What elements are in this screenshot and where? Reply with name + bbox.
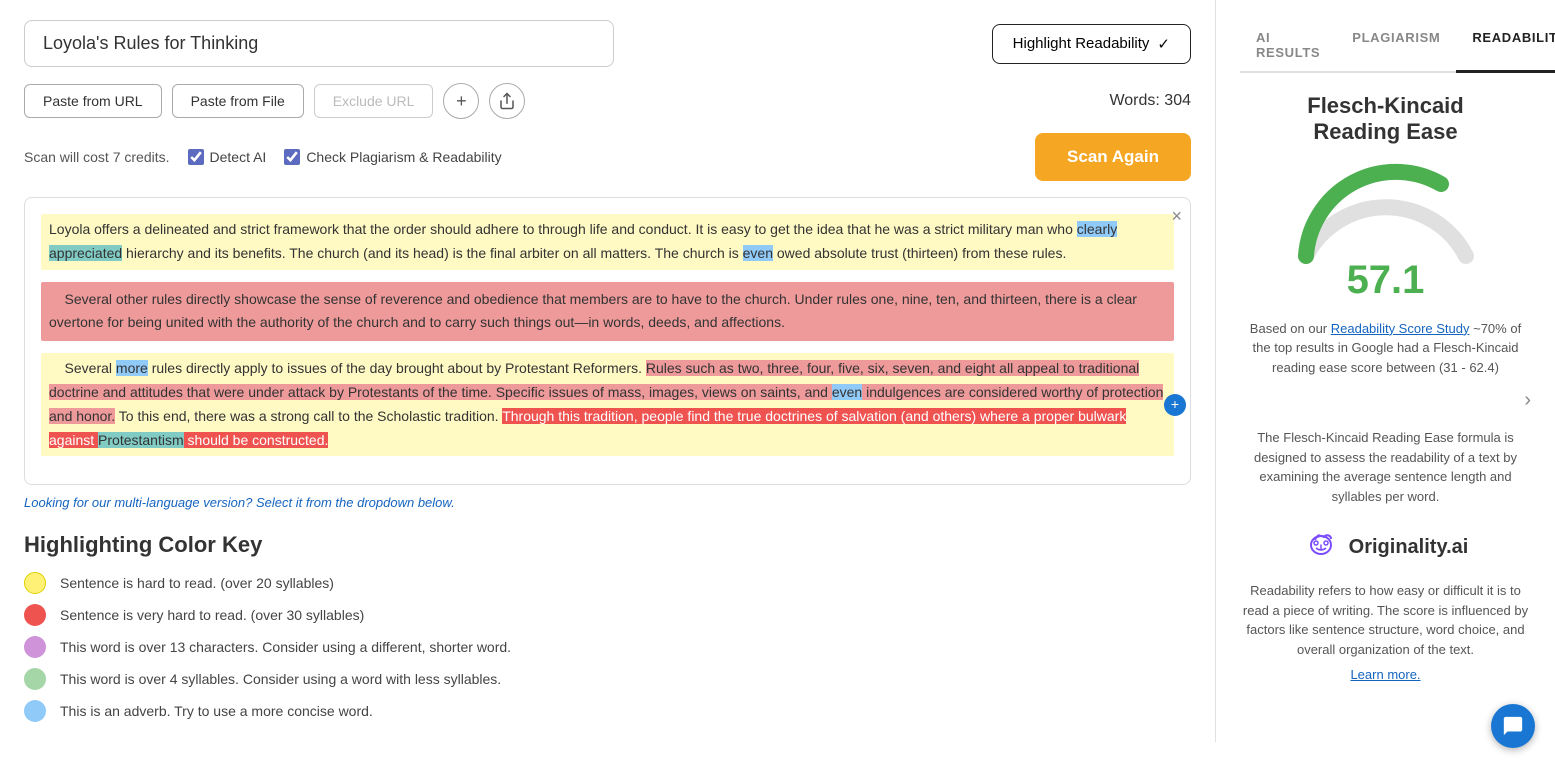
exclude-url-button[interactable]: Exclude URL — [314, 84, 434, 118]
document-title-input[interactable] — [24, 20, 614, 67]
brain-icon — [1303, 526, 1339, 569]
blue-dot-label: This is an adverb. Try to use a more con… — [60, 703, 373, 719]
p1-appreciated: appreciated — [49, 245, 122, 261]
p3-text-1: Several — [49, 360, 116, 376]
chat-bubble-button[interactable] — [1491, 704, 1535, 748]
detect-ai-checkbox-label[interactable]: Detect AI — [188, 149, 267, 165]
tab-readability[interactable]: READABILITY — [1456, 20, 1555, 73]
p3-more: more — [116, 360, 148, 376]
gauge-container: Flesch-KincaidReading Ease 57.1 — [1240, 93, 1531, 303]
score-description: Based on our Readability Score Study ~70… — [1240, 319, 1531, 378]
pink-dot — [24, 636, 46, 658]
plagiarism-checkbox-label[interactable]: Check Plagiarism & Readability — [284, 149, 501, 165]
color-key-item-green: This word is over 4 syllables. Consider … — [24, 668, 1191, 690]
plagiarism-label: Check Plagiarism & Readability — [306, 149, 501, 165]
detect-ai-checkbox[interactable] — [188, 149, 204, 165]
color-key-list: Sentence is hard to read. (over 20 sylla… — [24, 572, 1191, 722]
yellow-dot — [24, 572, 46, 594]
paragraph-3: Several more rules directly apply to iss… — [41, 353, 1174, 456]
red-dot — [24, 604, 46, 626]
p1-text-3: owed absolute trust (thirteen) from thes… — [773, 245, 1066, 261]
check-icon: ✓ — [1157, 35, 1170, 53]
tab-plagiarism[interactable]: PLAGIARISM — [1336, 20, 1456, 73]
originality-name: Originality.ai — [1349, 536, 1469, 559]
next-arrow[interactable]: › — [1240, 389, 1531, 412]
multilang-note[interactable]: Looking for our multi-language version? … — [24, 495, 1191, 510]
p1-even: even — [743, 245, 773, 261]
blue-dot — [24, 700, 46, 722]
share-button[interactable] — [489, 83, 525, 119]
yellow-dot-label: Sentence is hard to read. (over 20 sylla… — [60, 575, 334, 591]
readability-description: Readability refers to how easy or diffic… — [1240, 581, 1531, 659]
p3-end: should be constructed. — [184, 432, 329, 448]
p1-text-1: Loyola offers a delineated and strict fr… — [49, 221, 1077, 237]
paragraph-1: Loyola offers a delineated and strict fr… — [41, 214, 1174, 270]
green-dot — [24, 668, 46, 690]
color-key-title: Highlighting Color Key — [24, 532, 1191, 558]
learn-more-link[interactable]: Learn more. — [1240, 667, 1531, 682]
formula-text: The Flesch-Kincaid Reading Ease formula … — [1240, 428, 1531, 506]
p1-text-2: hierarchy and its benefits. The church (… — [122, 245, 742, 261]
scan-again-button[interactable]: Scan Again — [1035, 133, 1191, 181]
color-key-item-yellow: Sentence is hard to read. (over 20 sylla… — [24, 572, 1191, 594]
p3-protestantism: Protestantism — [98, 432, 184, 448]
gauge-svg — [1286, 146, 1486, 266]
paste-from-file-button[interactable]: Paste from File — [172, 84, 304, 118]
originality-logo: Originality.ai — [1240, 526, 1531, 569]
color-key-item-blue: This is an adverb. Try to use a more con… — [24, 700, 1191, 722]
text-display: × Loyola offers a delineated and strict … — [24, 197, 1191, 485]
plus-floating-button[interactable]: + — [1164, 394, 1186, 416]
p2-text: Several other rules directly showcase th… — [49, 291, 1137, 331]
highlight-readability-button[interactable]: Highlight Readability ✓ — [992, 24, 1191, 64]
close-button[interactable]: × — [1171, 206, 1182, 227]
p3-even: even — [832, 384, 862, 400]
right-panel-tabs: AI RESULTS PLAGIARISM READABILITY — [1240, 20, 1531, 73]
word-count: Words: 304 — [1109, 92, 1191, 110]
p3-text-4: To this end, there was a strong call to … — [115, 408, 502, 424]
color-key-item-red: Sentence is very hard to read. (over 30 … — [24, 604, 1191, 626]
red-dot-label: Sentence is very hard to read. (over 30 … — [60, 607, 364, 623]
paste-from-url-button[interactable]: Paste from URL — [24, 84, 162, 118]
color-key-item-pink: This word is over 13 characters. Conside… — [24, 636, 1191, 658]
score-number: 57.1 — [1347, 258, 1425, 303]
paragraph-2: Several other rules directly showcase th… — [41, 282, 1174, 342]
tab-ai-results[interactable]: AI RESULTS — [1240, 20, 1336, 73]
p1-clearly: clearly — [1077, 221, 1117, 237]
plagiarism-checkbox[interactable] — [284, 149, 300, 165]
highlight-readability-label: Highlight Readability — [1013, 35, 1150, 52]
green-dot-label: This word is over 4 syllables. Consider … — [60, 671, 501, 687]
score-label: Flesch-KincaidReading Ease — [1307, 93, 1463, 146]
credits-text: Scan will cost 7 credits. — [24, 149, 170, 165]
pink-dot-label: This word is over 13 characters. Conside… — [60, 639, 511, 655]
p3-text-2: rules directly apply to issues of the da… — [148, 360, 646, 376]
readability-score-link[interactable]: Readability Score Study — [1331, 321, 1470, 336]
detect-ai-label: Detect AI — [210, 149, 267, 165]
add-button[interactable]: + — [443, 83, 479, 119]
